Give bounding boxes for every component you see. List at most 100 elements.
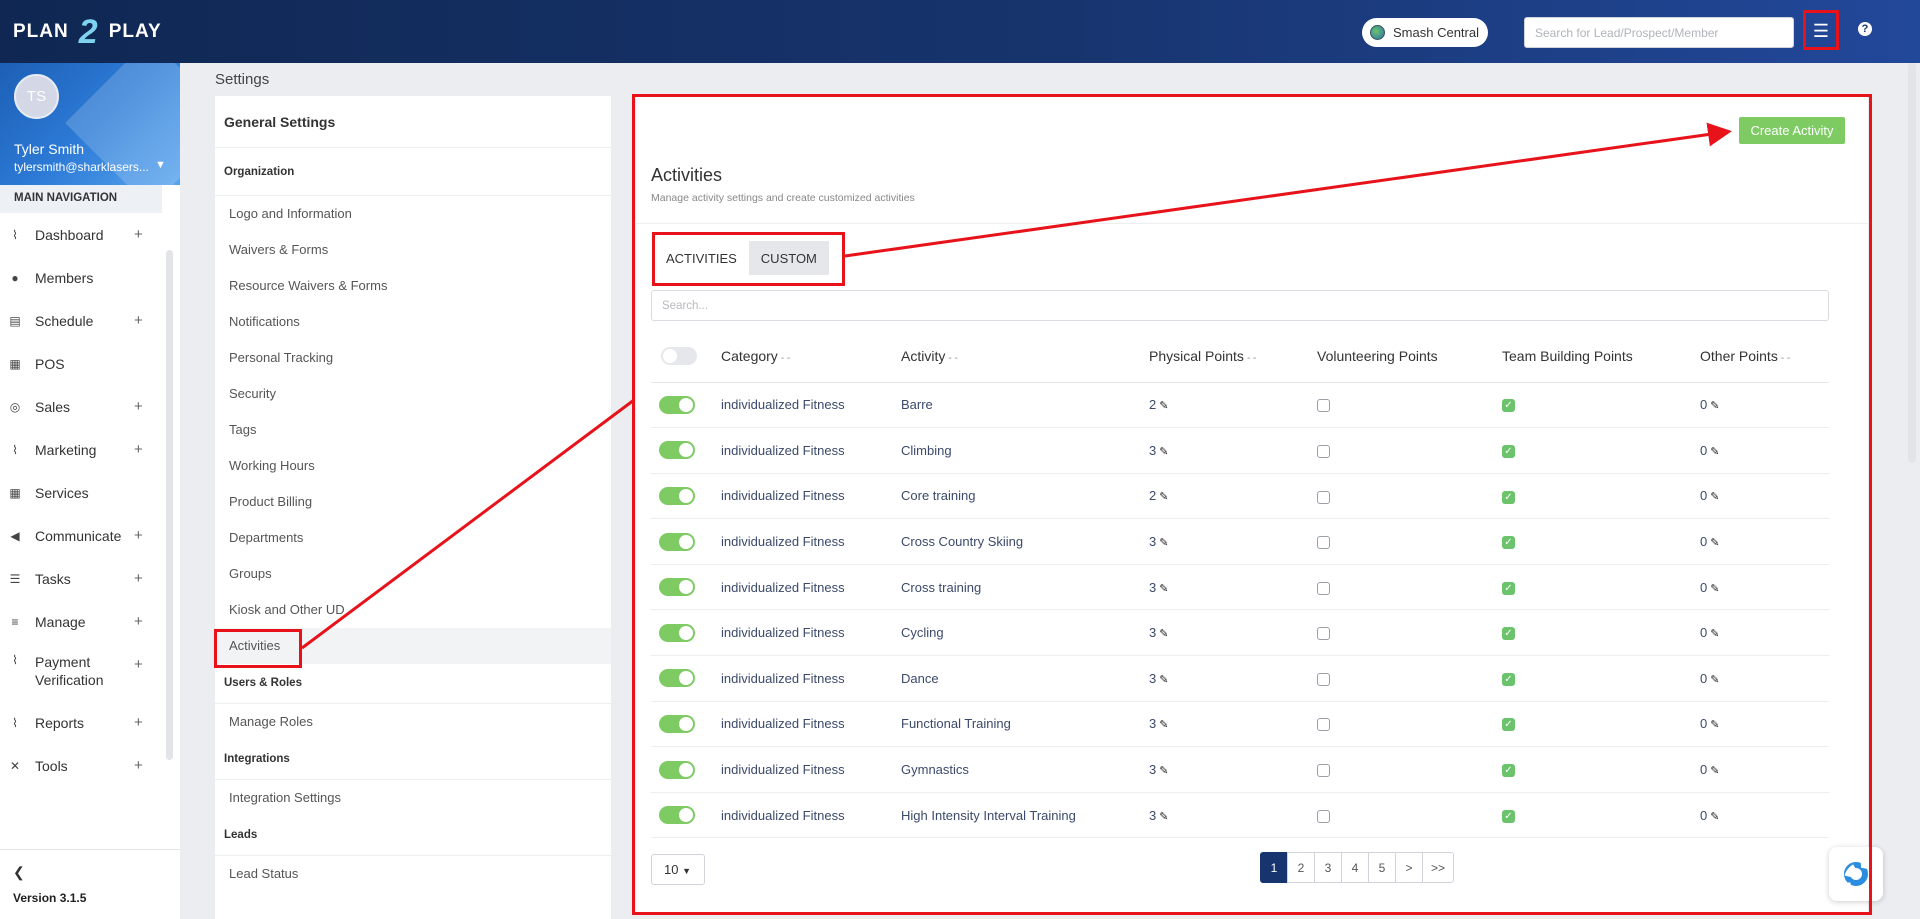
page-button[interactable]: 2: [1287, 852, 1315, 883]
row-enabled-toggle[interactable]: [659, 623, 695, 642]
sidebar-item-communicate[interactable]: ◀ Communicate +: [0, 514, 180, 557]
sidebar-item-members[interactable]: ● Members: [0, 256, 180, 299]
sidebar-item-payment-verification[interactable]: ⌇ Payment Verification +: [0, 643, 180, 701]
row-enabled-toggle[interactable]: [659, 714, 695, 733]
settings-item-notifications[interactable]: Notifications: [215, 304, 611, 340]
chevron-down-icon[interactable]: ▼: [155, 159, 166, 171]
volunteering-checkbox[interactable]: [1317, 809, 1330, 823]
pencil-icon[interactable]: ✎: [1710, 765, 1719, 777]
pencil-icon[interactable]: ✎: [1710, 674, 1719, 686]
team-building-checkbox[interactable]: ✓: [1502, 809, 1515, 823]
tab-activities[interactable]: ACTIVITIES: [654, 241, 749, 275]
row-enabled-toggle[interactable]: [659, 760, 695, 779]
plus-icon[interactable]: +: [134, 714, 143, 731]
settings-item-activities[interactable]: Activities: [215, 628, 611, 664]
pencil-icon[interactable]: ✎: [1710, 583, 1719, 595]
settings-item-resource-waivers-forms[interactable]: Resource Waivers & Forms: [215, 268, 611, 304]
lead-search-input[interactable]: [1524, 17, 1794, 48]
sidebar-item-services[interactable]: ▦ Services: [0, 471, 180, 514]
volunteering-checkbox[interactable]: [1317, 764, 1330, 778]
sidebar-item-pos[interactable]: ▦ POS: [0, 342, 180, 385]
pencil-icon[interactable]: ✎: [1710, 400, 1719, 412]
sidebar-item-tasks[interactable]: ☰ Tasks +: [0, 557, 180, 600]
team-building-checkbox[interactable]: ✓: [1502, 627, 1515, 641]
create-activity-button[interactable]: Create Activity: [1739, 117, 1845, 144]
row-enabled-toggle[interactable]: [659, 532, 695, 551]
settings-item-logo-and-information[interactable]: Logo and Information: [215, 196, 611, 232]
page-button[interactable]: 3: [1314, 852, 1342, 883]
plan2play-logo[interactable]: PLAN 2 PLAY: [13, 13, 162, 51]
team-building-checkbox[interactable]: ✓: [1502, 490, 1515, 504]
col-other-points[interactable]: Other Points - -: [1700, 330, 1829, 383]
team-building-checkbox[interactable]: ✓: [1502, 536, 1515, 550]
pencil-icon[interactable]: ✎: [1159, 491, 1168, 503]
hamburger-menu-icon[interactable]: ☰: [1808, 18, 1834, 44]
pencil-icon[interactable]: ✎: [1710, 491, 1719, 503]
row-enabled-toggle[interactable]: [659, 578, 695, 597]
col-activity[interactable]: Activity - -: [901, 330, 1149, 383]
sidebar-item-reports[interactable]: ⌇ Reports +: [0, 701, 180, 744]
pencil-icon[interactable]: ✎: [1710, 811, 1719, 823]
select-all-toggle[interactable]: [661, 346, 697, 365]
sidebar-item-marketing[interactable]: ⌇ Marketing +: [0, 428, 180, 471]
volunteering-checkbox[interactable]: [1317, 536, 1330, 550]
page-button[interactable]: 5: [1368, 852, 1396, 883]
settings-item-working-hours[interactable]: Working Hours: [215, 448, 611, 484]
team-building-checkbox[interactable]: ✓: [1502, 581, 1515, 595]
activity-search-input[interactable]: [651, 290, 1829, 321]
sidebar-item-tools[interactable]: ✕ Tools +: [0, 744, 180, 787]
plus-icon[interactable]: +: [134, 656, 143, 673]
settings-item-integration-settings[interactable]: Integration Settings: [215, 780, 611, 816]
row-enabled-toggle[interactable]: [659, 486, 695, 505]
volunteering-checkbox[interactable]: [1317, 627, 1330, 641]
page-size-select[interactable]: 10 ▼: [651, 854, 705, 885]
question-icon[interactable]: ?: [1858, 22, 1872, 36]
volunteering-checkbox[interactable]: [1317, 581, 1330, 595]
page-button[interactable]: >>: [1422, 852, 1455, 883]
pencil-icon[interactable]: ✎: [1159, 765, 1168, 777]
pencil-icon[interactable]: ✎: [1710, 537, 1719, 549]
pencil-icon[interactable]: ✎: [1159, 537, 1168, 549]
team-building-checkbox[interactable]: ✓: [1502, 672, 1515, 686]
pencil-icon[interactable]: ✎: [1159, 674, 1168, 686]
pencil-icon[interactable]: ✎: [1159, 811, 1168, 823]
col-physical-points[interactable]: Physical Points - -: [1149, 330, 1317, 383]
sidebar-item-dashboard[interactable]: ⌇ Dashboard +: [0, 213, 180, 256]
pencil-icon[interactable]: ✎: [1159, 400, 1168, 412]
sidebar-item-schedule[interactable]: ▤ Schedule +: [0, 299, 180, 342]
pencil-icon[interactable]: ✎: [1710, 446, 1719, 458]
settings-item-product-billing[interactable]: Product Billing: [215, 484, 611, 520]
plus-icon[interactable]: +: [134, 441, 143, 458]
sidebar-item-sales[interactable]: ◎ Sales +: [0, 385, 180, 428]
settings-item-tags[interactable]: Tags: [215, 412, 611, 448]
row-enabled-toggle[interactable]: [659, 669, 695, 688]
page-scrollbar[interactable]: [1908, 63, 1916, 463]
avatar[interactable]: TS: [14, 74, 59, 119]
settings-item-departments[interactable]: Departments: [215, 520, 611, 556]
settings-item-lead-status[interactable]: Lead Status: [215, 856, 611, 892]
volunteering-checkbox[interactable]: [1317, 672, 1330, 686]
plus-icon[interactable]: +: [134, 226, 143, 243]
plus-icon[interactable]: +: [134, 398, 143, 415]
volunteering-checkbox[interactable]: [1317, 718, 1330, 732]
volunteering-checkbox[interactable]: [1317, 399, 1330, 413]
settings-item-manage-roles[interactable]: Manage Roles: [215, 704, 611, 740]
plus-icon[interactable]: +: [134, 312, 143, 329]
pencil-icon[interactable]: ✎: [1710, 628, 1719, 640]
row-enabled-toggle[interactable]: [659, 806, 695, 825]
pencil-icon[interactable]: ✎: [1710, 719, 1719, 731]
settings-item-groups[interactable]: Groups: [215, 556, 611, 592]
plus-icon[interactable]: +: [134, 570, 143, 587]
tab-custom[interactable]: CUSTOM: [748, 241, 829, 275]
pencil-icon[interactable]: ✎: [1159, 719, 1168, 731]
settings-item-personal-tracking[interactable]: Personal Tracking: [215, 340, 611, 376]
plus-icon[interactable]: +: [134, 757, 143, 774]
sidebar-item-manage[interactable]: ≡ Manage +: [0, 600, 180, 643]
team-building-checkbox[interactable]: ✓: [1502, 399, 1515, 413]
plus-icon[interactable]: +: [134, 613, 143, 630]
chevron-left-icon[interactable]: ❮: [13, 864, 25, 881]
plus-icon[interactable]: +: [134, 527, 143, 544]
page-button[interactable]: 1: [1260, 852, 1288, 883]
page-button[interactable]: 4: [1341, 852, 1369, 883]
row-enabled-toggle[interactable]: [659, 395, 695, 414]
